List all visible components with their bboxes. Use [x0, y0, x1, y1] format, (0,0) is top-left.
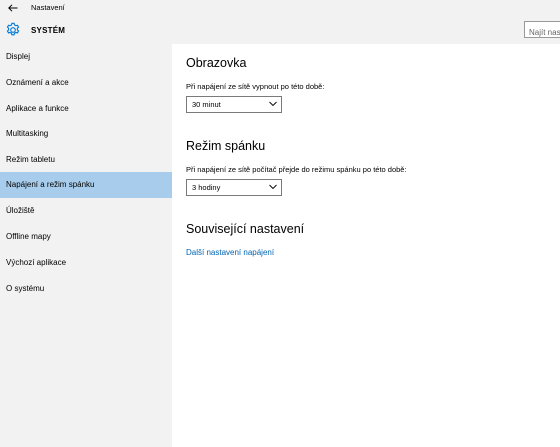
sleep-section-title: Režim spánku	[186, 139, 266, 153]
back-button[interactable]	[5, 1, 21, 15]
settings-window: Nastavení SYSTÉM Displej Oznámení a akce…	[0, 0, 560, 447]
title-bar: Nastavení	[0, 0, 560, 16]
sidebar-item-aplikace-a-funkce[interactable]: Aplikace a funkce	[0, 96, 172, 122]
screen-timeout-dropdown[interactable]: 30 minut	[186, 96, 282, 113]
window-title: Nastavení	[31, 3, 65, 12]
sidebar-item-displej[interactable]: Displej	[0, 44, 172, 70]
sidebar-item-offline-mapy[interactable]: Offline mapy	[0, 224, 172, 250]
gear-icon	[6, 22, 20, 36]
section-header-title: SYSTÉM	[31, 26, 66, 35]
sidebar: Displej Oznámení a akce Aplikace a funkc…	[0, 44, 172, 447]
screen-timeout-value: 30 minut	[192, 100, 221, 109]
sidebar-item-multitasking[interactable]: Multitasking	[0, 121, 172, 147]
back-arrow-icon	[8, 4, 18, 12]
sidebar-item-rezim-tabletu[interactable]: Režim tabletu	[0, 147, 172, 173]
sidebar-item-uloziste[interactable]: Úložiště	[0, 198, 172, 224]
main-content: Obrazovka Při napájení ze sítě vypnout p…	[172, 44, 560, 447]
sleep-timeout-label: Při napájení ze sítě počítač přejde do r…	[186, 165, 407, 174]
chevron-down-icon	[269, 101, 277, 107]
additional-power-settings-link[interactable]: Další nastavení napájení	[186, 248, 274, 257]
page-header: SYSTÉM	[0, 16, 560, 44]
sidebar-item-vychozi-aplikace[interactable]: Výchozí aplikace	[0, 250, 172, 276]
screen-section-title: Obrazovka	[186, 56, 247, 70]
sleep-timeout-value: 3 hodiny	[192, 183, 221, 192]
search-input[interactable]	[525, 25, 560, 37]
screen-timeout-label: Při napájení ze sítě vypnout po této dob…	[186, 82, 325, 91]
sidebar-item-o-systemu[interactable]: O systému	[0, 276, 172, 302]
sidebar-item-oznameni-a-akce[interactable]: Oznámení a akce	[0, 70, 172, 96]
sidebar-item-napajeni-a-rezim-spanku[interactable]: Napájení a režim spánku	[0, 172, 172, 198]
search-box[interactable]	[524, 21, 560, 38]
related-settings-title: Související nastavení	[186, 222, 305, 236]
sleep-timeout-dropdown[interactable]: 3 hodiny	[186, 179, 282, 196]
chevron-down-icon	[269, 184, 277, 190]
